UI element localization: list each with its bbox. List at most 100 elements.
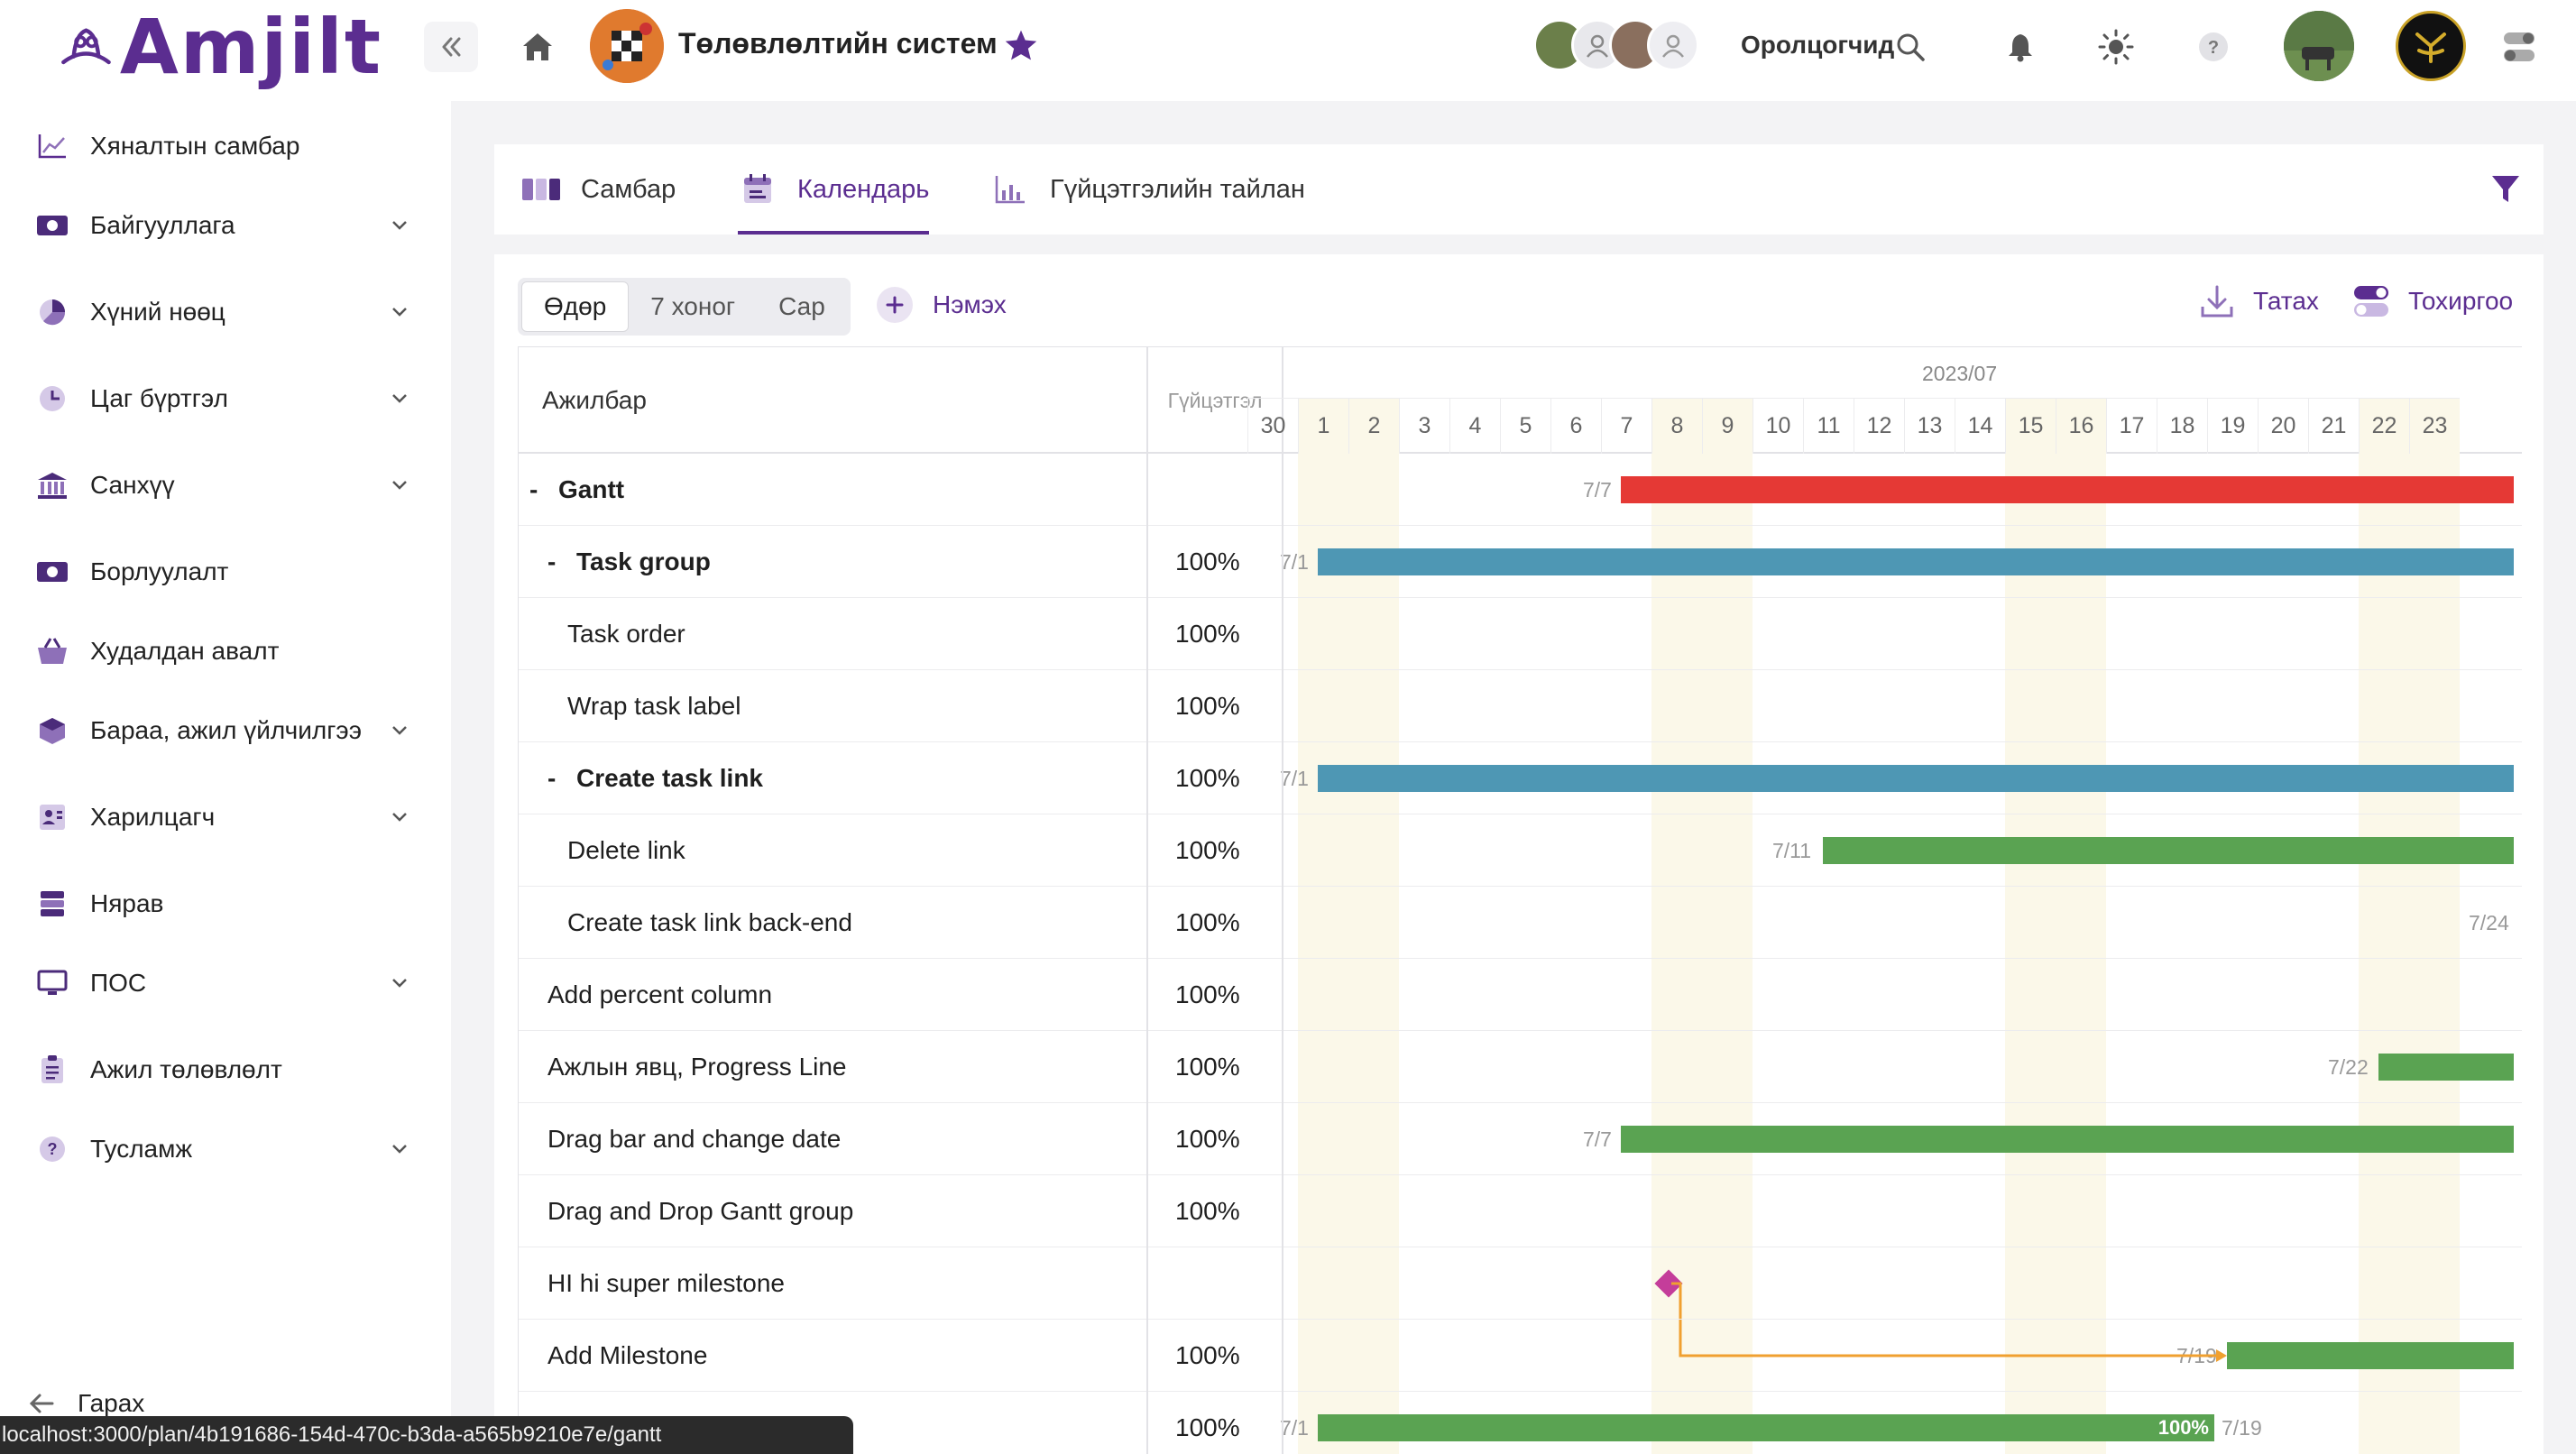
tab-calendar[interactable]: Календарь — [738, 144, 930, 235]
project-avatar[interactable] — [590, 9, 664, 83]
sidebar-item-customers[interactable]: Харилцагч — [0, 785, 433, 850]
participants-avatars[interactable] — [1533, 18, 1699, 72]
favorite-button[interactable] — [1001, 25, 1041, 65]
gantt-header: Ажилбар Гүйцэтгэл 2023/07 30 1 2 3 4 5 6 7 8 9 10 1… — [519, 347, 2522, 454]
task-name-cell[interactable]: Add Milestone — [519, 1320, 1148, 1392]
task-name-cell[interactable]: Drag and Drop Gantt group — [519, 1175, 1148, 1247]
task-name: Add percent column — [547, 980, 773, 1008]
sidebar-item-purchase[interactable]: Худалдан авалт — [0, 619, 433, 684]
day-header-cell: 11 — [1803, 398, 1854, 454]
task-name-cell[interactable]: Add percent column — [519, 959, 1148, 1031]
task-progress-cell: 100% — [1148, 959, 1283, 1031]
day-header-cell: 8 — [1651, 398, 1702, 454]
view-week-button[interactable]: 7 хоног — [629, 281, 757, 332]
organization-avatar[interactable] — [2396, 11, 2466, 81]
task-name-cell[interactable]: Wrap task label — [519, 670, 1148, 742]
money-icon — [34, 554, 70, 590]
add-task-label: Нэмэх — [933, 290, 1007, 318]
double-chevron-left-icon — [442, 37, 461, 57]
day-header-cell: 30 — [1247, 398, 1298, 454]
month-header: 2023/07 — [1283, 347, 2522, 398]
theme-toggle-button[interactable] — [2093, 23, 2139, 70]
gantt-row[interactable]: Delete link 100% — [519, 814, 2522, 887]
help-icon: ? — [34, 1131, 70, 1167]
collapse-toggle[interactable]: - — [547, 764, 567, 793]
sidebar-item-label: Хүний нөөц — [90, 298, 225, 326]
participants-label[interactable]: Оролцогчид — [1741, 31, 1894, 60]
task-name-cell[interactable]: - Create task link — [519, 742, 1148, 814]
pie-icon — [34, 294, 70, 330]
gantt-row[interactable]: Add Milestone 100% — [519, 1320, 2522, 1392]
sidebar-item-sales[interactable]: Борлуулалт — [0, 539, 433, 604]
sidebar-item-label: Санхүү — [90, 471, 175, 499]
svg-text:?: ? — [48, 1140, 58, 1158]
task-name-cell[interactable]: - Gantt — [519, 454, 1148, 526]
sidebar-item-products[interactable]: Бараа, ажил үйлчилгээ — [0, 698, 433, 763]
day-header-cell: 15 — [2005, 398, 2056, 454]
chevron-down-icon — [386, 970, 413, 997]
chevron-down-icon — [386, 212, 413, 239]
day-header-cell: 3 — [1399, 398, 1449, 454]
filter-button[interactable] — [2488, 170, 2524, 209]
task-name-cell[interactable]: Create task link back-end — [519, 887, 1148, 959]
sidebar-item-label: Харилцагч — [90, 803, 216, 831]
brand-logo[interactable]: Amjilt — [58, 5, 382, 88]
gantt-row[interactable]: - Create task link 100% — [519, 742, 2522, 814]
task-name-cell[interactable]: HI hi super milestone — [519, 1247, 1148, 1320]
task-name-cell[interactable]: Drag bar and change date — [519, 1103, 1148, 1175]
sun-icon — [2098, 29, 2134, 65]
task-name-cell[interactable]: Delete link — [519, 814, 1148, 887]
gantt-row[interactable]: Task order 100% — [519, 598, 2522, 670]
gantt-row[interactable]: HI hi super milestone — [519, 1247, 2522, 1320]
layout-toggle-button[interactable] — [2500, 29, 2540, 65]
sidebar-item-pos[interactable]: ПОС — [0, 951, 433, 1016]
tab-performance-report[interactable]: Гүйцэтгэлийн тайлан — [990, 144, 1305, 235]
task-name: Drag and Drop Gantt group — [547, 1197, 854, 1225]
add-task-button[interactable]: Нэмэх — [877, 287, 1007, 323]
gantt-row[interactable]: Drag and Drop Gantt group 100% — [519, 1175, 2522, 1247]
sidebar-item-time[interactable]: Цаг бүртгэл — [0, 366, 433, 431]
settings-button[interactable]: Тохиргоо — [2352, 283, 2513, 319]
view-day-button[interactable]: Өдөр — [521, 281, 630, 332]
column-header-task[interactable]: Ажилбар — [519, 347, 1148, 454]
sidebar-item-help[interactable]: ? Тусламж — [0, 1117, 433, 1182]
gantt-row[interactable]: - Task group 100% — [519, 526, 2522, 598]
top-bar: Amjilt Төлөвлөлтийн систем Оролцогчид ? — [0, 0, 2576, 94]
sidebar-item-hr[interactable]: Хүний нөөц — [0, 280, 433, 345]
gantt-row[interactable]: Add percent column 100% — [519, 959, 2522, 1031]
sidebar-collapse-button[interactable] — [424, 22, 478, 72]
logout-button[interactable]: Гарах — [27, 1389, 144, 1418]
toggle-icon — [2504, 32, 2535, 61]
search-button[interactable] — [1887, 23, 1934, 70]
task-name: Ажлын явц, Progress Line — [547, 1053, 847, 1081]
sidebar-item-storekeeper[interactable]: Нярав — [0, 871, 433, 936]
tab-board[interactable]: Самбар — [521, 144, 676, 235]
task-name-cell[interactable]: Ажлын явц, Progress Line — [519, 1031, 1148, 1103]
user-avatar[interactable] — [2284, 11, 2354, 81]
day-header-cell: 7 — [1601, 398, 1651, 454]
collapse-toggle[interactable]: - — [547, 548, 567, 576]
gantt-row[interactable]: Wrap task label 100% — [519, 670, 2522, 742]
project-logo-icon — [590, 9, 664, 83]
download-button[interactable]: Татах — [2199, 283, 2319, 319]
home-button[interactable] — [512, 22, 563, 72]
sidebar-item-finance[interactable]: Санхүү — [0, 453, 433, 518]
task-name-cell[interactable]: - Task group — [519, 526, 1148, 598]
gantt-row[interactable]: Create task link back-end 100% — [519, 887, 2522, 959]
view-month-button[interactable]: Сар — [757, 281, 847, 332]
gantt-grid: Ажилбар Гүйцэтгэл 2023/07 30 1 2 3 4 5 6 7 8 9 10 1… — [518, 346, 2522, 1454]
gantt-row[interactable]: Ажлын явц, Progress Line 100% — [519, 1031, 2522, 1103]
notifications-button[interactable] — [1997, 23, 2044, 70]
collapse-toggle[interactable]: - — [529, 475, 549, 504]
settings-toggle-icon — [2354, 286, 2388, 317]
task-name-cell[interactable]: Task order — [519, 598, 1148, 670]
gantt-row[interactable]: - Gantt — [519, 454, 2522, 526]
day-header-cell: 14 — [1955, 398, 2005, 454]
calendar-icon — [738, 171, 777, 207]
help-button[interactable]: ? — [2190, 23, 2237, 70]
sidebar-item-label: Худалдан авалт — [90, 637, 280, 665]
sidebar-item-organization[interactable]: Байгууллага — [0, 193, 433, 258]
gantt-row[interactable]: Drag bar and change date 100% — [519, 1103, 2522, 1175]
sidebar-item-dashboard[interactable]: Хяналтын самбар — [0, 114, 433, 179]
sidebar-item-planning[interactable]: Ажил төлөвлөлт — [0, 1037, 433, 1102]
